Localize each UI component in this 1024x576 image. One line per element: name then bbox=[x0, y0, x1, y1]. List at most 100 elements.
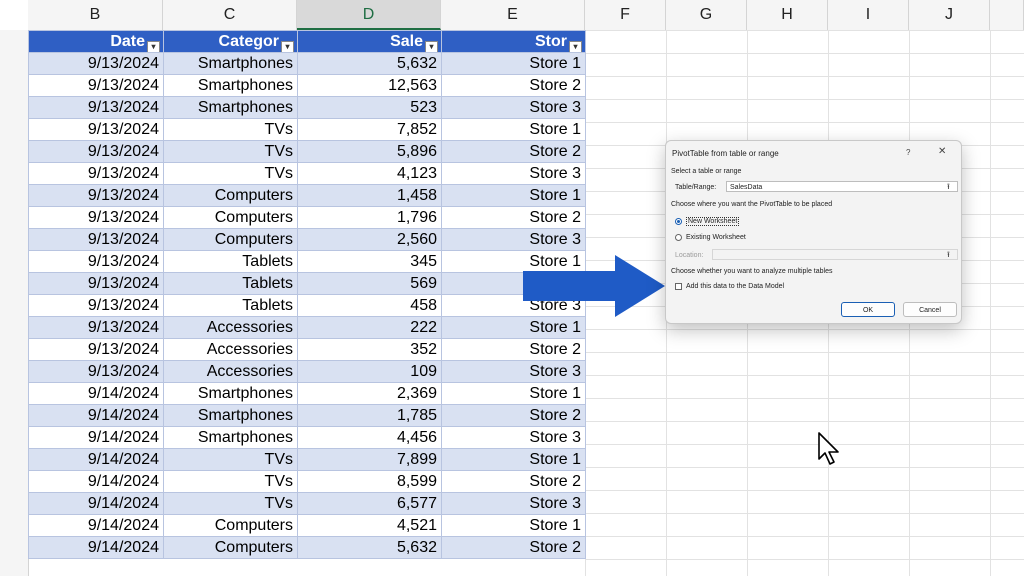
cell-date[interactable]: 9/14/2024 bbox=[28, 382, 164, 405]
cell-store[interactable]: Store 2 bbox=[441, 338, 586, 361]
cell-sales[interactable]: 4,123 bbox=[297, 162, 442, 185]
cell-category[interactable]: Computers bbox=[163, 228, 298, 251]
cell-category[interactable]: TVs bbox=[163, 470, 298, 493]
cell-category[interactable]: Computers bbox=[163, 184, 298, 207]
help-button[interactable]: ? bbox=[906, 148, 910, 157]
cell-category[interactable]: Smartphones bbox=[163, 404, 298, 427]
cell-store[interactable]: Store 1 bbox=[441, 448, 586, 471]
cell-sales[interactable]: 5,896 bbox=[297, 140, 442, 163]
cell-date[interactable]: 9/14/2024 bbox=[28, 448, 164, 471]
cell-store[interactable]: Store 3 bbox=[441, 96, 586, 119]
cell-date[interactable]: 9/13/2024 bbox=[28, 118, 164, 141]
cell-store[interactable]: Store 1 bbox=[441, 118, 586, 141]
cell-date[interactable]: 9/13/2024 bbox=[28, 162, 164, 185]
cell-date[interactable]: 9/14/2024 bbox=[28, 536, 164, 559]
cell-sales[interactable]: 5,632 bbox=[297, 536, 442, 559]
cell-store[interactable]: Store 2 bbox=[441, 74, 586, 97]
cell-category[interactable]: Smartphones bbox=[163, 96, 298, 119]
cell-category[interactable]: Tablets bbox=[163, 272, 298, 295]
cell-category[interactable]: Accessories bbox=[163, 338, 298, 361]
cell-date[interactable]: 9/13/2024 bbox=[28, 96, 164, 119]
column-header-c[interactable]: C bbox=[163, 0, 297, 30]
cell-sales[interactable]: 1,796 bbox=[297, 206, 442, 229]
cell-date[interactable]: 9/13/2024 bbox=[28, 52, 164, 75]
cell-sales[interactable]: 7,852 bbox=[297, 118, 442, 141]
cell-date[interactable]: 9/14/2024 bbox=[28, 404, 164, 427]
cell-date[interactable]: 9/13/2024 bbox=[28, 250, 164, 273]
filter-dropdown-icon[interactable]: ▾ bbox=[569, 41, 582, 52]
cell-category[interactable]: TVs bbox=[163, 118, 298, 141]
new-worksheet-label[interactable]: New Worksheet bbox=[686, 217, 740, 226]
data-model-checkbox[interactable] bbox=[675, 283, 682, 290]
column-header-j[interactable]: J bbox=[909, 0, 990, 30]
cell-sales[interactable]: 8,599 bbox=[297, 470, 442, 493]
cell-category[interactable]: Smartphones bbox=[163, 74, 298, 97]
cell-sales[interactable]: 4,521 bbox=[297, 514, 442, 537]
cell-category[interactable]: Tablets bbox=[163, 250, 298, 273]
cell-sales[interactable]: 2,560 bbox=[297, 228, 442, 251]
ok-button[interactable]: OK bbox=[841, 302, 895, 317]
cell-store[interactable]: Store 1 bbox=[441, 52, 586, 75]
cell-store[interactable]: Store 3 bbox=[441, 228, 586, 251]
filter-dropdown-icon[interactable]: ▾ bbox=[147, 41, 160, 52]
existing-worksheet-radio[interactable] bbox=[675, 234, 682, 241]
cell-date[interactable]: 9/14/2024 bbox=[28, 514, 164, 537]
cell-sales[interactable]: 6,577 bbox=[297, 492, 442, 515]
cell-store[interactable]: Store 2 bbox=[441, 140, 586, 163]
cell-date[interactable]: 9/13/2024 bbox=[28, 316, 164, 339]
new-worksheet-radio[interactable] bbox=[675, 218, 682, 225]
cell-category[interactable]: Computers bbox=[163, 536, 298, 559]
column-header-i[interactable]: I bbox=[828, 0, 909, 30]
range-picker-icon[interactable]: ⭱ bbox=[947, 181, 950, 195]
cell-sales[interactable]: 222 bbox=[297, 316, 442, 339]
cell-sales[interactable]: 4,456 bbox=[297, 426, 442, 449]
cell-store[interactable]: Store 3 bbox=[441, 360, 586, 383]
location-picker-icon[interactable]: ⭱ bbox=[947, 249, 950, 263]
column-header-g[interactable]: G bbox=[666, 0, 747, 30]
cell-sales[interactable]: 7,899 bbox=[297, 448, 442, 471]
cell-category[interactable]: Computers bbox=[163, 206, 298, 229]
cell-store[interactable]: Store 1 bbox=[441, 316, 586, 339]
cell-store[interactable]: Store 3 bbox=[441, 492, 586, 515]
cell-category[interactable]: Smartphones bbox=[163, 382, 298, 405]
cell-date[interactable]: 9/13/2024 bbox=[28, 206, 164, 229]
cell-sales[interactable]: 5,632 bbox=[297, 52, 442, 75]
cell-date[interactable]: 9/13/2024 bbox=[28, 338, 164, 361]
cell-sales[interactable]: 12,563 bbox=[297, 74, 442, 97]
cell-store[interactable]: Store 2 bbox=[441, 470, 586, 493]
cell-sales[interactable]: 1,785 bbox=[297, 404, 442, 427]
cell-date[interactable]: 9/13/2024 bbox=[28, 360, 164, 383]
cell-store[interactable]: Store 2 bbox=[441, 536, 586, 559]
cell-store[interactable]: Store 1 bbox=[441, 514, 586, 537]
cell-category[interactable]: Smartphones bbox=[163, 52, 298, 75]
cell-category[interactable]: Smartphones bbox=[163, 426, 298, 449]
cell-date[interactable]: 9/13/2024 bbox=[28, 272, 164, 295]
cell-date[interactable]: 9/13/2024 bbox=[28, 140, 164, 163]
close-icon[interactable]: ✕ bbox=[938, 146, 946, 157]
cell-date[interactable]: 9/13/2024 bbox=[28, 74, 164, 97]
cell-store[interactable]: Store 3 bbox=[441, 426, 586, 449]
cell-sales[interactable]: 109 bbox=[297, 360, 442, 383]
cell-category[interactable]: Computers bbox=[163, 514, 298, 537]
cell-store[interactable]: Store 2 bbox=[441, 404, 586, 427]
cell-date[interactable]: 9/13/2024 bbox=[28, 228, 164, 251]
cell-sales[interactable]: 1,458 bbox=[297, 184, 442, 207]
cell-category[interactable]: TVs bbox=[163, 140, 298, 163]
cell-date[interactable]: 9/13/2024 bbox=[28, 184, 164, 207]
cell-sales[interactable]: 523 bbox=[297, 96, 442, 119]
existing-worksheet-label[interactable]: Existing Worksheet bbox=[686, 234, 746, 241]
cell-store[interactable]: Store 2 bbox=[441, 206, 586, 229]
column-header-b[interactable]: B bbox=[28, 0, 163, 30]
cell-category[interactable]: Accessories bbox=[163, 360, 298, 383]
cell-store[interactable]: Store 3 bbox=[441, 162, 586, 185]
column-header-f[interactable]: F bbox=[585, 0, 666, 30]
cell-category[interactable]: TVs bbox=[163, 162, 298, 185]
cell-sales[interactable]: 458 bbox=[297, 294, 442, 317]
cell-category[interactable]: TVs bbox=[163, 492, 298, 515]
cell-date[interactable]: 9/14/2024 bbox=[28, 426, 164, 449]
cell-date[interactable]: 9/14/2024 bbox=[28, 492, 164, 515]
cell-date[interactable]: 9/13/2024 bbox=[28, 294, 164, 317]
cell-store[interactable]: Store 1 bbox=[441, 184, 586, 207]
data-model-label[interactable]: Add this data to the Data Model bbox=[686, 283, 784, 290]
cell-sales[interactable]: 352 bbox=[297, 338, 442, 361]
